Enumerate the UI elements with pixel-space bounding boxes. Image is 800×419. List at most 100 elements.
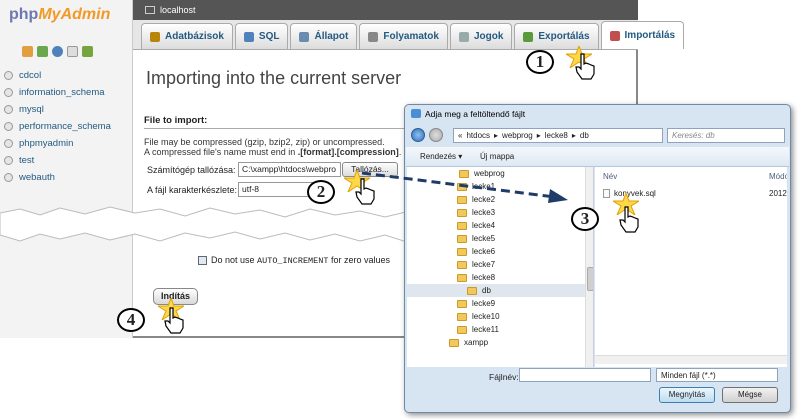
tab-processes[interactable]: Folyamatok: [359, 23, 448, 49]
sidebar-item-label: phpmyadmin: [19, 138, 74, 149]
charset-label: A fájl karakterkészlete:: [147, 185, 238, 195]
sidebar-item-test[interactable]: test: [4, 152, 111, 169]
tab-label: Jogok: [473, 31, 504, 42]
path-segment[interactable]: «: [458, 131, 462, 140]
auto-increment-checkbox[interactable]: [198, 256, 207, 265]
tree-item-lecke11[interactable]: lecke11: [407, 323, 593, 336]
auto-increment-label: Do not use AUTO_INCREMENT for zero value…: [211, 255, 390, 266]
folder-icon: [457, 312, 467, 321]
sql-file-icon: [603, 189, 610, 198]
path-segment[interactable]: htdocs: [466, 131, 490, 140]
horizontal-scrollbar[interactable]: [595, 355, 787, 364]
docs-icon[interactable]: [67, 46, 78, 57]
sidebar: phpMyAdmin cdcol information_schemamysql p…: [0, 0, 133, 338]
path-segment[interactable]: lecke8: [545, 131, 568, 140]
tree-item-lecke5[interactable]: lecke5: [407, 232, 593, 245]
tree-scrollbar[interactable]: [585, 167, 593, 367]
column-name[interactable]: Név: [603, 172, 617, 181]
address-bar[interactable]: «htdocs ▸ webprog ▸ lecke8 ▸ db: [453, 128, 663, 143]
folder-icon: [457, 234, 467, 243]
tree-item-label: lecke3: [472, 208, 496, 217]
sidebar-item-mysql[interactable]: mysql: [4, 101, 111, 118]
path-separator-icon: ▸: [571, 131, 576, 140]
file-path-field[interactable]: C:\xampp\htdocs\webpro: [238, 162, 341, 177]
hand-cursor-icon: [619, 206, 639, 233]
file-upload-dialog: Adja meg a feltöltendő fájlt «htdocs ▸ web…: [404, 104, 791, 413]
database-icon: [4, 105, 13, 114]
open-button[interactable]: Megnyitás: [659, 387, 715, 403]
tree-item-lecke8[interactable]: lecke8: [407, 271, 593, 284]
scroll-thumb[interactable]: [587, 267, 593, 291]
file-date: 2012.0: [769, 189, 787, 198]
tab-database[interactable]: Adatbázisok: [141, 23, 233, 49]
tab-sql[interactable]: SQL: [234, 23, 289, 49]
tree-item-xampp[interactable]: xampp: [407, 336, 593, 349]
forward-icon[interactable]: [429, 128, 443, 142]
path-segment[interactable]: db: [580, 131, 589, 140]
compression-note: File may be compressed (gzip, bzip2, zip…: [144, 137, 385, 147]
charset-select[interactable]: utf-8: [238, 182, 318, 197]
tree-item-lecke10[interactable]: lecke10: [407, 310, 593, 323]
database-icon: [4, 71, 13, 80]
step-3-badge: 3: [571, 207, 599, 231]
sidebar-item-information-schema[interactable]: information_schema: [4, 84, 111, 101]
tree-item-lecke3[interactable]: lecke3: [407, 206, 593, 219]
tree-item-lecke7[interactable]: lecke7: [407, 258, 593, 271]
database-icon: [4, 88, 13, 97]
folder-icon: [467, 286, 477, 295]
tree-item-label: lecke6: [472, 247, 496, 256]
status-icon: [299, 31, 310, 42]
tab-status[interactable]: Állapot: [290, 23, 358, 49]
torn-edge: [0, 206, 410, 244]
server-icon: [145, 6, 155, 14]
tree-item-lecke9[interactable]: lecke9: [407, 297, 593, 310]
tree-item-label: lecke4: [472, 221, 496, 230]
tree-item-db[interactable]: db: [407, 284, 593, 297]
logout-icon[interactable]: [37, 46, 48, 57]
filename-input[interactable]: [519, 368, 651, 382]
new-folder-button[interactable]: Új mappa: [480, 152, 514, 161]
folder-icon: [457, 208, 467, 217]
sidebar-item-label: mysql: [19, 104, 44, 115]
sidebar-item-label: webauth: [19, 172, 55, 183]
cancel-button[interactable]: Mégse: [722, 387, 778, 403]
sidebar-item-phpmyadmin[interactable]: phpmyadmin: [4, 135, 111, 152]
privileges-icon: [458, 31, 469, 42]
tree-item-label: xampp: [464, 338, 489, 347]
compression-format-note: A compressed file's name must end in .[f…: [144, 147, 412, 157]
import-icon: [609, 30, 620, 41]
settings-icon[interactable]: [82, 46, 93, 57]
database-icon: [4, 156, 13, 165]
dashed-arrow: [361, 171, 568, 203]
column-date[interactable]: Módo: [769, 172, 787, 181]
tab-import[interactable]: Importálás: [600, 21, 685, 49]
path-segment[interactable]: webprog: [502, 131, 533, 140]
folder-icon: [457, 325, 467, 334]
organize-button[interactable]: Rendezés ▾: [420, 152, 462, 161]
search-input[interactable]: Keresés: db: [667, 128, 785, 143]
tab-privileges[interactable]: Jogok: [449, 23, 513, 49]
sidebar-item-cdcol[interactable]: cdcol: [4, 67, 111, 84]
back-icon[interactable]: [411, 128, 425, 142]
path-separator-icon: ▸: [536, 131, 541, 140]
folder-icon: [457, 221, 467, 230]
database-icon: [4, 139, 13, 148]
tree-item-lecke4[interactable]: lecke4: [407, 219, 593, 232]
help-icon[interactable]: [52, 46, 63, 57]
home-icon[interactable]: [22, 46, 33, 57]
dialog-toolbar: Rendezés ▾ Új mappa: [406, 147, 789, 167]
database-list: cdcol information_schemamysql performance_…: [4, 67, 111, 186]
tree-item-lecke6[interactable]: lecke6: [407, 245, 593, 258]
sidebar-item-performance-schema[interactable]: performance_schema: [4, 118, 111, 135]
sidebar-item-webauth[interactable]: webauth: [4, 169, 111, 186]
sql-icon: [243, 31, 254, 42]
sidebar-item-label: information_schema: [19, 87, 105, 98]
filetype-select[interactable]: Minden fájl (*.*): [656, 368, 778, 382]
sidebar-item-label: performance_schema: [19, 121, 111, 132]
hand-cursor-icon: [164, 307, 184, 334]
export-icon: [523, 31, 534, 42]
server-name[interactable]: localhost: [160, 5, 196, 15]
tree-item-label: lecke8: [472, 273, 496, 282]
folder-icon: [457, 273, 467, 282]
phpmyadmin-logo[interactable]: phpMyAdmin: [9, 6, 110, 24]
